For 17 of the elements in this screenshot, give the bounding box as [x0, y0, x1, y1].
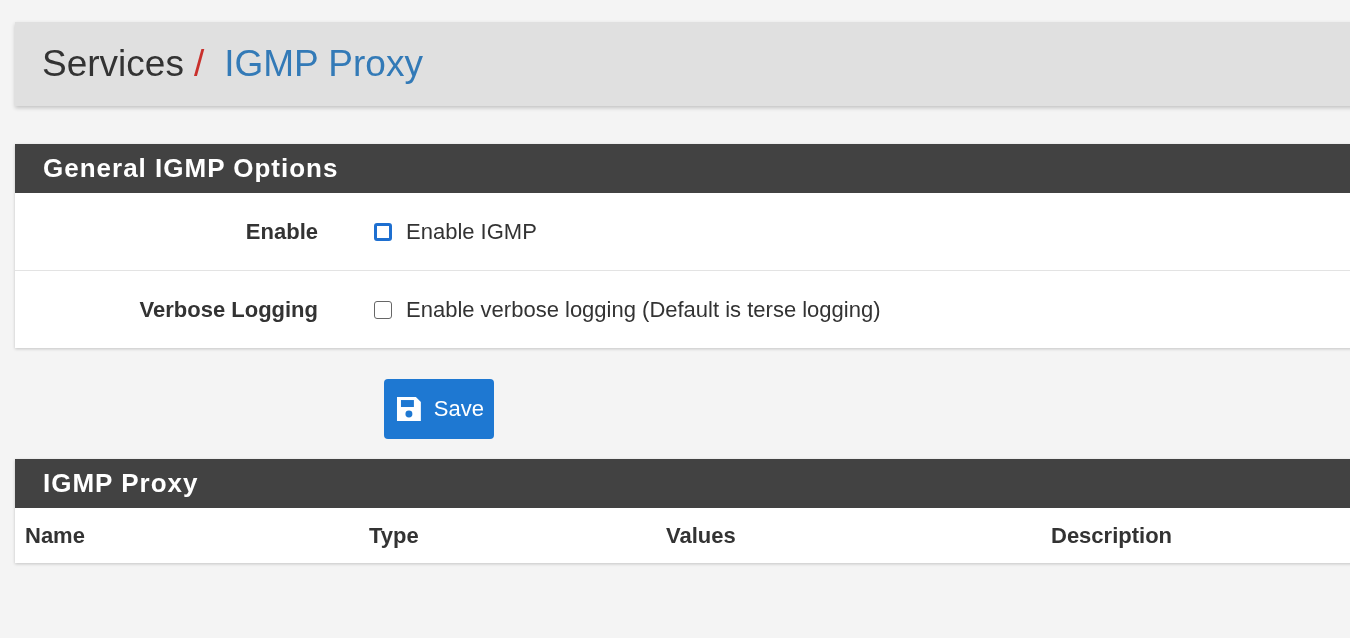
save-icon	[394, 394, 424, 424]
column-header: Description	[1051, 522, 1174, 549]
checkbox-label: Enable verbose logging (Default is terse logging)	[406, 296, 881, 323]
save-button[interactable]: Save	[384, 379, 494, 439]
checkbox[interactable]	[374, 222, 392, 241]
checkbox-label: Enable IGMP	[406, 218, 537, 245]
field-label: Enable	[244, 218, 318, 245]
panel-title: IGMP Proxy	[15, 459, 1350, 508]
column-header: Values	[666, 522, 737, 549]
column-header: Name	[25, 522, 86, 549]
field-label: Verbose Logging	[138, 296, 318, 323]
breadcrumb-page[interactable]: IGMP Proxy	[224, 43, 423, 85]
checkbox[interactable]	[374, 300, 392, 319]
column-header: Type	[369, 522, 420, 549]
breadcrumb-separator: /	[193, 43, 205, 85]
breadcrumb-section: Services	[42, 43, 184, 85]
panel-title: General IGMP Options	[15, 144, 1350, 193]
